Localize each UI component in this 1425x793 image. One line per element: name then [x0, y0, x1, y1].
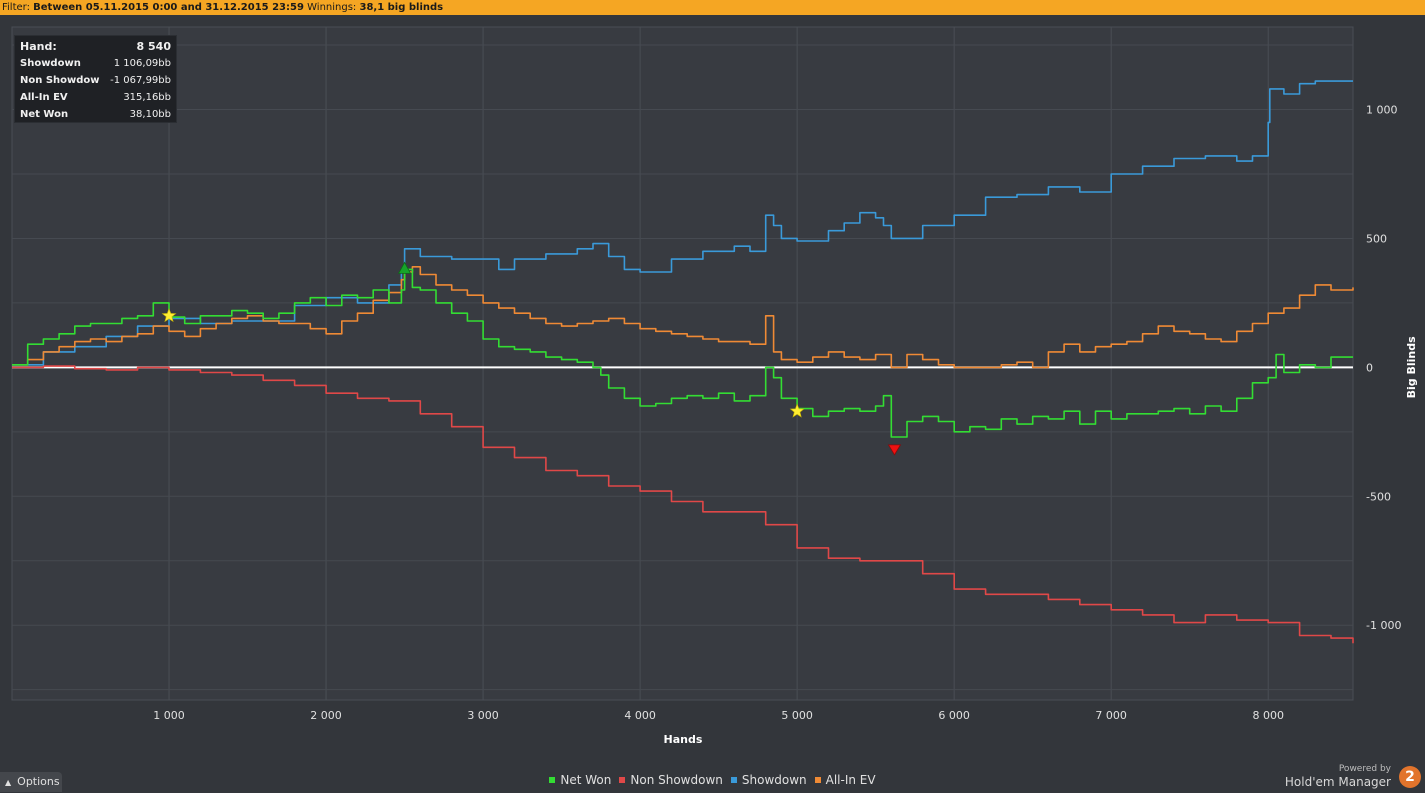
y-tick-label: -500: [1366, 490, 1391, 503]
hm2-logo-icon: 2: [1399, 766, 1421, 788]
x-tick-label: 4 000: [624, 709, 656, 722]
winnings-value: 38,1 big blinds: [359, 2, 444, 13]
product-name: Hold'em Manager: [1284, 775, 1391, 789]
stat-value: 8 540: [136, 40, 171, 53]
legend-label: Showdown: [741, 773, 807, 787]
stats-panel: Hand: 8 540 Showdown 1 106,09bb Non Show…: [14, 35, 177, 123]
powered-by-text: Powered by: [1338, 764, 1391, 774]
legend-item-all-in-ev[interactable]: All-In EV: [814, 773, 876, 787]
legend-swatch: [730, 776, 737, 783]
stat-value: 315,16bb: [123, 92, 171, 103]
y-tick-label: 500: [1366, 232, 1387, 245]
stat-value: 1 106,09bb: [113, 58, 171, 69]
x-tick-label: 1 000: [153, 709, 185, 722]
filter-range: Between 05.11.2015 0:00 and 31.12.2015 2…: [33, 2, 304, 13]
x-tick-label: 8 000: [1252, 709, 1284, 722]
winnings-label: Winnings:: [307, 2, 357, 13]
y-tick-label: -1 000: [1366, 619, 1401, 632]
x-axis-title: Hands: [664, 733, 703, 746]
stat-label: All-In EV: [20, 92, 68, 103]
legend-swatch: [814, 776, 821, 783]
legend-swatch: [549, 776, 556, 783]
x-tick-label: 3 000: [467, 709, 499, 722]
stat-value: 38,10bb: [129, 109, 171, 120]
x-tick-label: 6 000: [938, 709, 970, 722]
stat-label: Hand:: [20, 40, 57, 53]
plot-area: [11, 26, 1354, 701]
legend-label: All-In EV: [825, 773, 876, 787]
stat-row-net-won: Net Won 38,10bb: [20, 106, 171, 123]
stat-value: -1 067,99bb: [110, 75, 171, 86]
x-tick-label: 5 000: [781, 709, 813, 722]
stat-label: Net Won: [20, 109, 69, 120]
legend-item-showdown[interactable]: Showdown: [730, 773, 807, 787]
x-tick-label: 2 000: [310, 709, 342, 722]
filter-bar: Filter: Between 05.11.2015 0:00 and 31.1…: [0, 0, 1425, 15]
chart-legend: Net Won Non Showdown Showdown All-In EV: [0, 773, 1425, 789]
stat-row-showdown: Showdown 1 106,09bb: [20, 55, 171, 72]
brand-badge: Powered by Hold'em Manager 2: [1281, 764, 1421, 790]
x-tick-label: 7 000: [1095, 709, 1127, 722]
results-chart: 1 000 2 000 3 000 4 000 5 000 6 000 7 000 8 000…: [11, 26, 1418, 746]
stat-row-non-showdown: Non Showdown -1 067,99bb: [20, 72, 171, 89]
legend-label: Non Showdown: [630, 773, 723, 787]
filter-label: Filter:: [2, 2, 30, 13]
stat-row-hands: Hand: 8 540: [20, 38, 171, 55]
stat-row-allin-ev: All-In EV 315,16bb: [20, 89, 171, 106]
legend-label: Net Won: [560, 773, 612, 787]
legend-item-net-won[interactable]: Net Won: [549, 773, 611, 787]
y-axis-title: Big Blinds: [1405, 336, 1418, 398]
stat-label: Non Showdown: [20, 75, 100, 86]
legend-item-non-showdown[interactable]: Non Showdown: [619, 773, 723, 787]
stat-label: Showdown: [20, 58, 81, 69]
y-tick-label: 0: [1366, 361, 1373, 374]
y-tick-label: 1 000: [1366, 104, 1398, 117]
legend-swatch: [619, 776, 626, 783]
